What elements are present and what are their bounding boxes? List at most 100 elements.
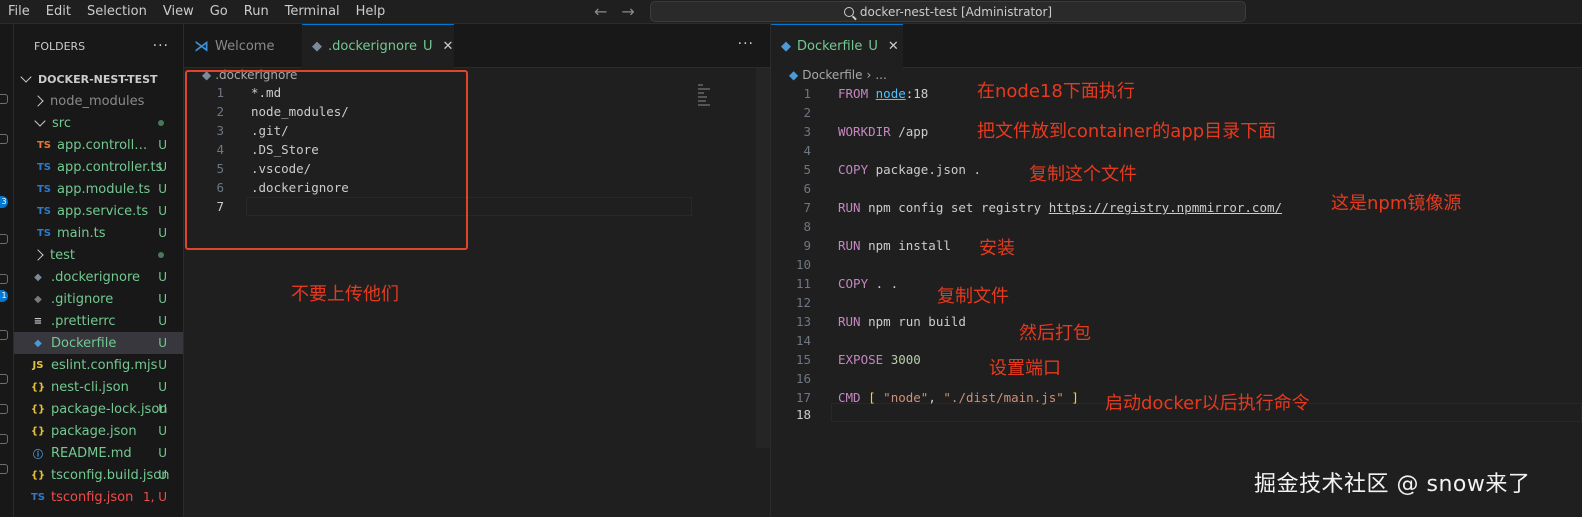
docker-icon: ◆ xyxy=(312,39,322,54)
tree-item-package-lock[interactable]: {} package-lock.json U xyxy=(14,398,183,420)
tree-item-label: eslint.config.mjs xyxy=(51,357,158,373)
left-scrollbar[interactable] xyxy=(756,68,770,448)
menu-edit[interactable]: Edit xyxy=(38,0,79,24)
close-icon[interactable]: ✕ xyxy=(888,39,899,54)
title-bar: File Edit Selection View Go Run Terminal… xyxy=(0,0,1582,24)
javascript-icon: JS xyxy=(32,359,44,371)
tree-item-test[interactable]: test xyxy=(14,244,183,266)
run-debug-icon[interactable] xyxy=(0,234,8,244)
more-actions-icon[interactable]: ··· xyxy=(153,38,169,54)
tree-item-nest-cli[interactable]: {} nest-cli.json U xyxy=(14,376,183,398)
tab-dockerignore[interactable]: ◆ .dockerignore U ✕ xyxy=(302,24,454,68)
chevron-down-icon xyxy=(34,115,46,127)
tree-item-prettierrc[interactable]: ≡ .prettierrc U xyxy=(14,310,183,332)
tab-label: .dockerignore xyxy=(328,39,418,54)
tree-item-app-module[interactable]: TS app.module.ts U xyxy=(14,178,183,200)
tree-item-app-controller-spec[interactable]: TS app.controller.s... U xyxy=(14,134,183,156)
left-editor[interactable]: ◆ .dockerignore 1 *.md 2 node_modules/ 3 .g… xyxy=(184,68,770,517)
tree-item-eslint-config[interactable]: JS eslint.config.mjs U xyxy=(14,354,183,376)
tree-item-label: Dockerfile xyxy=(51,335,117,351)
tree-item-label: package-lock.json xyxy=(51,401,168,417)
tab-label: Dockerfile xyxy=(797,39,863,54)
settings-icon[interactable] xyxy=(0,464,8,474)
menu-file[interactable]: File xyxy=(0,0,38,24)
tree-item-status: U xyxy=(158,358,167,372)
tree-item-label: .prettierrc xyxy=(51,313,116,329)
modified-dot-icon xyxy=(158,120,164,126)
breadcrumb-more[interactable]: ... xyxy=(875,68,886,82)
forward-arrow-icon[interactable]: → xyxy=(621,2,634,22)
tree-item-main[interactable]: TS main.ts U xyxy=(14,222,183,244)
docker-icon: ◆ xyxy=(34,271,42,283)
menu-help[interactable]: Help xyxy=(348,0,394,24)
tree-item-label: nest-cli.json xyxy=(51,379,129,395)
right-editor[interactable]: ◆ Dockerfile › ... 1 FROM node:18 2 3 WORK… xyxy=(771,68,1582,517)
menu-go[interactable]: Go xyxy=(202,0,236,24)
tab-welcome[interactable]: ⋊ Welcome xyxy=(184,24,302,68)
workspace-root[interactable]: DOCKER-NEST-TEST xyxy=(14,68,183,90)
close-icon[interactable]: ✕ xyxy=(443,39,454,54)
typescript-icon: TS xyxy=(36,139,52,151)
remote-icon[interactable] xyxy=(0,330,8,340)
modified-dot-icon xyxy=(158,252,164,258)
command-center[interactable]: docker-nest-test [Administrator] xyxy=(650,1,1246,22)
code-line-17: 17 CMD [ "node", "./dist/main.js" ] xyxy=(795,390,1079,405)
typescript-icon: TS xyxy=(36,183,52,195)
tree-item-status: U xyxy=(158,182,167,196)
source-control-badge-icon[interactable]: 3 xyxy=(0,196,8,208)
tree-item-package-json[interactable]: {} package.json U xyxy=(14,420,183,442)
git-icon: ◆ xyxy=(34,293,42,305)
navigation-arrows: ← → xyxy=(594,2,635,22)
menu-view[interactable]: View xyxy=(155,0,202,24)
json-icon: {} xyxy=(30,469,46,481)
menu-run[interactable]: Run xyxy=(236,0,277,24)
tab-dockerfile[interactable]: ◆ Dockerfile U ✕ xyxy=(771,24,903,68)
annotation-text: 设置端口 xyxy=(989,358,1061,379)
code-line-5: 5 COPY package.json . xyxy=(803,162,981,177)
editor-more-actions-icon[interactable]: ··· xyxy=(738,36,754,52)
code-line-14: 14 xyxy=(795,333,811,348)
code-line-3: 3 WORKDIR /app xyxy=(803,124,929,139)
code-line-11: 11 COPY . . xyxy=(795,276,899,291)
tree-item-node-modules[interactable]: node_modules xyxy=(14,90,183,112)
tree-item-src[interactable]: src xyxy=(14,112,183,134)
menu-selection[interactable]: Selection xyxy=(79,0,155,24)
tree-item-tsconfig[interactable]: TS tsconfig.json 1, U xyxy=(14,486,183,508)
code-line-6: 6 xyxy=(803,181,811,196)
tree-item-status: U xyxy=(158,402,167,416)
annotation-text: 不要上传他们 xyxy=(291,284,399,305)
command-center-title: docker-nest-test [Administrator] xyxy=(859,4,1053,19)
tree-item-status: U xyxy=(158,380,167,394)
tree-item-status: U xyxy=(158,138,167,152)
minimap[interactable] xyxy=(698,84,712,108)
tree-item-label: node_modules xyxy=(50,93,145,109)
tree-item-gitignore[interactable]: ◆ .gitignore U xyxy=(14,288,183,310)
menu-terminal[interactable]: Terminal xyxy=(277,0,348,24)
tree-item-status: U xyxy=(158,336,167,350)
annotation-text: 然后打包 xyxy=(1019,323,1091,344)
code-line-10: 10 xyxy=(795,257,811,272)
tree-item-tsconfig-build[interactable]: {} tsconfig.build.json U xyxy=(14,464,183,486)
back-arrow-icon[interactable]: ← xyxy=(594,2,607,22)
annotation-text: 复制文件 xyxy=(937,286,1009,307)
tree-item-app-controller[interactable]: TS app.controller.ts U xyxy=(14,156,183,178)
annotation-text: 启动docker以后执行命令 xyxy=(1105,393,1310,414)
explorer-icon[interactable] xyxy=(0,94,8,104)
tree-item-label: README.md xyxy=(51,445,132,461)
tree-item-label: src xyxy=(52,115,71,131)
tree-item-readme[interactable]: ⓘ README.md U xyxy=(14,442,183,464)
breadcrumb: ◆ Dockerfile › ... xyxy=(771,68,1582,82)
search-view-icon[interactable] xyxy=(0,134,8,144)
tree-item-dockerignore[interactable]: ◆ .dockerignore U xyxy=(14,266,183,288)
vscode-icon: ⋊ xyxy=(194,37,209,55)
tree-item-status: U xyxy=(158,314,167,328)
tab-label: Welcome xyxy=(215,38,275,54)
testing-icon[interactable] xyxy=(0,374,8,384)
extensions-icon[interactable] xyxy=(0,274,8,284)
tree-item-dockerfile[interactable]: ◆ Dockerfile U xyxy=(14,332,183,354)
tree-item-label: main.ts xyxy=(57,225,106,241)
breadcrumb-file[interactable]: Dockerfile xyxy=(802,68,862,82)
accounts-icon[interactable] xyxy=(0,434,8,444)
tree-item-app-service[interactable]: TS app.service.ts U xyxy=(14,200,183,222)
docker-view-icon[interactable] xyxy=(0,404,8,414)
